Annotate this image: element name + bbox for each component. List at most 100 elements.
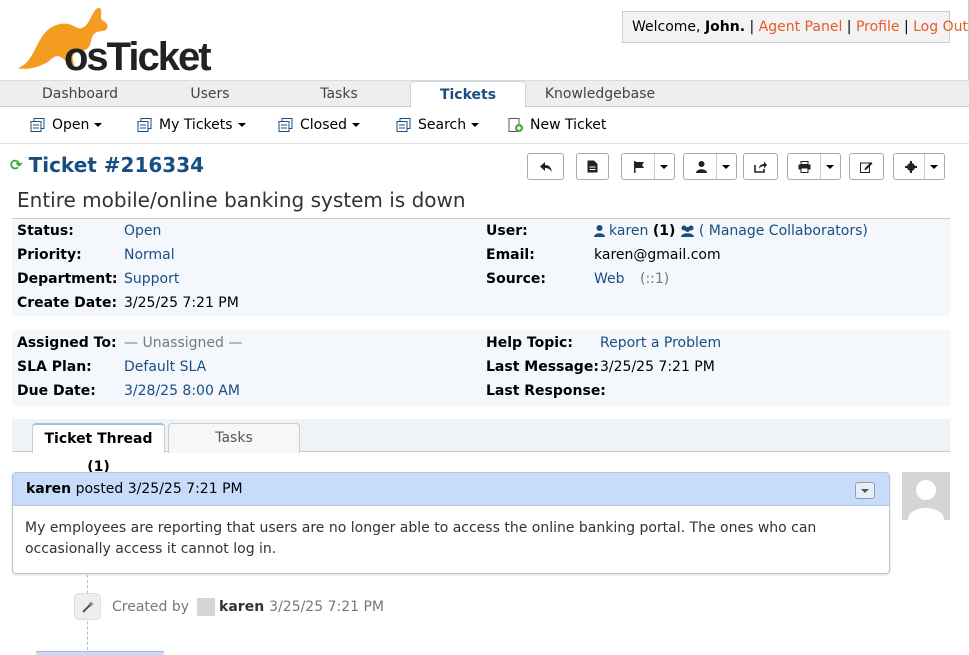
profile-link[interactable]: Profile [856,19,900,35]
status-value: Open [124,223,162,239]
thread-tabs: Ticket Thread (1) Tasks [12,419,950,475]
message-header: karen posted 3/25/25 7:21 PM [13,473,889,506]
chevron-down-icon [861,489,869,493]
assigned-value: — Unassigned — [124,335,243,351]
chevron-down-icon [471,123,480,127]
copy-icon [278,118,293,132]
closed-label: Closed [300,117,348,133]
open-label: Open [52,117,90,133]
search-menu[interactable]: Search [396,117,480,133]
closed-tickets-menu[interactable]: Closed [278,117,361,133]
tab-tasks[interactable]: Tasks [279,81,399,108]
due-date-value: 3/28/25 8:00 AM [124,383,240,399]
ticket-subject: Entire mobile/online banking system is d… [17,188,466,212]
event-author: karen [219,599,265,615]
tab-dashboard[interactable]: Dashboard [20,81,140,108]
copy-icon [396,118,411,132]
due-date-label: Due Date: [17,383,96,399]
new-ticket-label: New Ticket [530,117,607,133]
priority-value: Normal [124,247,175,263]
refresh-icon[interactable]: ⟳ [10,156,23,174]
last-message-value: 3/25/25 7:21 PM [600,359,715,375]
user-count: (1) [652,223,676,239]
flag-icon [634,161,644,173]
more-actions-dropdown-button[interactable] [893,153,945,180]
new-ticket-link[interactable]: New Ticket [508,117,606,133]
chevron-down-icon [94,123,103,127]
user-icon [696,161,707,173]
message-posted: posted 3/25/25 7:21 PM [71,481,243,497]
agent-panel-link[interactable]: Agent Panel [759,19,843,35]
flag-dropdown-button[interactable] [621,153,675,180]
edit-icon [860,161,873,173]
separator: | [899,19,914,35]
status-label: Status: [17,223,74,239]
header: osTicket Welcome, John. | Agent Panel | … [0,0,969,80]
email-label: Email: [486,247,535,263]
event-date: 3/25/25 7:21 PM [269,599,384,615]
assigned-label: Assigned To: [17,335,117,351]
new-ticket-icon [508,118,523,132]
sla-value: Default SLA [124,359,207,375]
source-label: Source: [486,271,546,287]
print-icon [798,161,811,173]
avatar [902,472,950,520]
file-icon [587,160,598,173]
transfer-button[interactable] [743,153,778,180]
separator: | [842,19,856,35]
created-by-label: Created by [112,599,190,615]
bottom-tab-edge [36,651,164,655]
ticket-number[interactable]: Ticket #216334 [29,153,204,177]
last-message-label: Last Message: [486,359,599,375]
help-topic-value: Report a Problem [600,335,722,351]
tab-ticket-thread[interactable]: Ticket Thread (1) [32,423,165,475]
osticket-logo[interactable]: osTicket [10,4,215,79]
my-tickets-label: My Tickets [159,117,233,133]
svg-text:osTicket: osTicket [64,35,211,74]
copy-icon [30,118,45,132]
share-icon [754,161,767,173]
message-options-button[interactable] [855,482,875,499]
manage-collaborators-link[interactable]: ( Manage Collaborators) [699,223,868,239]
department-label: Department: [17,271,118,287]
chevron-down-icon [722,165,730,169]
main-nav: Dashboard Users Tasks Tickets Knowledgeb… [0,80,969,109]
avatar [197,598,216,616]
print-pdf-button[interactable] [576,153,609,180]
chevron-down-icon [930,165,938,169]
message-body: My employees are reporting that users ar… [25,520,817,557]
chevron-down-icon [660,165,668,169]
sla-label: SLA Plan: [17,359,92,375]
reply-icon [539,161,552,172]
create-date-label: Create Date: [17,295,118,311]
thread-message: karen posted 3/25/25 7:21 PM My employee… [12,472,890,574]
reply-button[interactable] [527,153,564,180]
edit-button[interactable] [849,153,884,180]
ticket-title-row: ⟳ Ticket #216334 [10,152,204,178]
source-ip: (::1) [640,271,670,287]
my-tickets-menu[interactable]: My Tickets [137,117,246,133]
tab-tickets[interactable]: Tickets [410,81,526,109]
sub-nav: Open My Tickets Closed Search New Ticket [0,108,969,144]
source-value: Web [594,271,625,287]
tab-users[interactable]: Users [150,81,270,108]
thread-event: Created by karen 3/25/25 7:21 PM [112,598,384,616]
assign-dropdown-button[interactable] [683,153,737,180]
welcome-user: John. [704,19,746,35]
open-tickets-menu[interactable]: Open [30,117,103,133]
department-value: Support [124,271,180,287]
user-link[interactable]: karen [609,223,648,239]
tab-knowledgebase[interactable]: Knowledgebase [540,81,660,108]
welcome-prefix: Welcome, [632,19,705,35]
user-field: karen (1) ( Manage Collaborators) [594,223,868,239]
separator: | [745,19,759,35]
user-icon [594,225,605,237]
help-topic-label: Help Topic: [486,335,573,351]
magic-wand-icon [74,593,101,620]
logout-link[interactable]: Log Out [913,19,968,35]
chevron-down-icon [826,165,834,169]
tab-tasks-thread[interactable]: Tasks [168,423,300,453]
chevron-down-icon [352,123,361,127]
chevron-down-icon [237,123,246,127]
print-dropdown-button[interactable] [787,153,841,180]
